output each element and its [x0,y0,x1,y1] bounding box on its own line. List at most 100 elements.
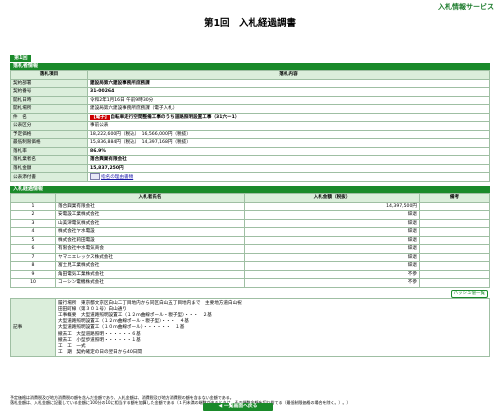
bid-row: 6 有限会社中水電気商会 辞退 [10,244,490,254]
info-label: 落札業者名 [10,155,88,165]
bid-row: 10 コーシン電機株式会社 不参 [10,278,490,288]
info-col-content: 落札内容 [87,70,490,80]
electronic-tag: 【電子】 [90,114,111,120]
bid-no: 5 [10,235,56,245]
back-to-list-button[interactable]: ◀ 一覧画面へ戻る [203,403,273,411]
info-value: 事前公表 [87,121,490,131]
bid-section: 入札経過情報 入札者氏名 入札金額（税抜） 備考 1 落合興業有限会社 14,397… [10,186,490,358]
page-title: 第1回 入札経過調書 [203,18,297,29]
bid-note [419,227,490,237]
info-value[interactable]: 指名の理由書類 [87,172,490,182]
memo-line: 工 期 契約確定の日の翌日から40日間 [58,350,142,356]
bid-note [419,252,490,262]
info-row: 開札場所 建設局第六建設事務所庶務課（電子入札） [10,104,490,114]
bid-no: 10 [10,278,56,288]
info-row: 落札金額 15,837,250円 [10,163,490,173]
bid-amount: 辞退 [244,210,420,220]
bid-note [419,210,490,220]
top-bar: 入札情報サービス [0,0,500,12]
bidder-name: 株式会社莉田電設 [55,235,245,245]
bid-amount: 辞退 [244,261,420,271]
bid-note [419,235,490,245]
bidder-name: ヤマニエレックス株式会社 [55,252,245,262]
bidder-name: 安電設工業株式会社 [55,210,245,220]
bid-row: 8 富士見工業株式会社 辞退 [10,261,490,271]
bid-row: 5 株式会社莉田電設 辞退 [10,235,490,245]
document-icon [90,173,100,180]
bidder-name: 落合興業有限会社 [55,201,245,211]
bidder-name: 山美津電気株式会社 [55,218,245,228]
bid-amount: 不参 [244,269,420,279]
bid-note [419,218,490,228]
info-row: 開札日時 令和2年1月16日 午前9時30分 [10,95,490,105]
bid-col-note: 備考 [419,193,490,203]
project-name: 自転車走行空間整備工事のうち道路照明設置工事（31六ー1） [110,114,240,120]
bid-col-no [10,193,56,203]
info-section: 第1回 落札者情報 落札項目 落札内容 契約部署 建設局第六建設事務所庶務課 契約番… [10,44,490,182]
back-button-label: 一覧画面へ戻る [223,404,258,409]
info-row: 予定価格 18,222,600円（税込） 16,566,000円（税抜） [10,129,490,139]
info-row: 契約番号 31-00264 [10,87,490,97]
info-label: 開札場所 [10,104,88,114]
info-row: 落札業者名 落合興業有限会社 [10,155,490,165]
bidder-name: コーシン電機株式会社 [55,278,245,288]
info-row: 公表添付書 指名の理由書類 [10,172,490,182]
bid-note [419,278,490,288]
info-col-item: 落札項目 [10,70,88,80]
info-value: 【電子】自転車走行空間整備工事のうち道路照明設置工事（31六ー1） [87,112,490,122]
bid-no: 6 [10,244,56,254]
bid-no: 4 [10,227,56,237]
info-value: 建設局第六建設事務所庶務課（電子入札） [87,104,490,114]
info-value: 令和2年1月16日 午前9時30分 [87,95,490,105]
bid-section-header: 入札経過情報 [10,186,490,193]
bid-col-amount: 入札金額（税抜） [244,193,420,203]
bid-table: 入札者氏名 入札金額（税抜） 備考 1 落合興業有限会社 14,397,500円 2 安… [10,193,490,288]
info-label: 予定価格 [10,129,88,139]
info-label: 落札金額 [10,163,88,173]
bid-no: 9 [10,269,56,279]
bid-amount: 辞退 [244,227,420,237]
info-value: 15,836,884円（税込） 14,397,168円（税抜） [87,138,490,148]
bid-row: 2 安電設工業株式会社 辞退 [10,210,490,220]
info-row: 契約部署 建設局第六建設事務所庶務課 [10,78,490,88]
info-label: 公表添付書 [10,172,88,182]
bidder-name: 富士見工業株式会社 [55,261,245,271]
memo-table: 記事 履行場所 東京都文京区白山二丁目地内から同区白山五丁目地内まで 主要地方道… [10,297,490,358]
bidder-name: 有限会社中水電気商会 [55,244,245,254]
info-section-header: 落札者情報 [10,63,490,70]
memo-label: 記事 [10,297,56,358]
info-row: 件 名【電子】自転車走行空間整備工事のうち道路照明設置工事（31六ー1） [10,112,490,122]
bid-no: 7 [10,252,56,262]
bid-amount: 不参 [244,278,420,288]
info-row: 公表区分 事前公表 [10,121,490,131]
info-value: 15,837,250円 [87,163,490,173]
bid-amount: 辞退 [244,244,420,254]
info-label: 落札率 [10,146,88,156]
bid-row: 3 山美津電気株式会社 辞退 [10,218,490,228]
attachment-link[interactable]: 指名の理由書類 [101,175,133,180]
bid-row: 1 落合興業有限会社 14,397,500円 [10,201,490,211]
memo-content: 履行場所 東京都文京区白山二丁目地内から同区白山五丁目地内まで 主要地方道白山祝… [55,297,490,358]
bid-col-name: 入札者氏名 [55,193,245,203]
bid-note [419,201,490,211]
bidder-name: 株式会社ヤ水電設 [55,227,245,237]
bid-row: 4 株式会社ヤ水電設 辞退 [10,227,490,237]
bid-amount: 辞退 [244,218,420,228]
bid-no: 3 [10,218,56,228]
bid-no: 1 [10,201,56,211]
bid-note [419,261,490,271]
bid-note [419,269,490,279]
bid-no: 8 [10,261,56,271]
bid-row: 9 角田電気工業株式会社 不参 [10,269,490,279]
hash-list-button[interactable]: ハッシュ値一覧 [450,289,488,298]
info-row: 落札率 86.9% [10,146,490,156]
info-value: 落合興業有限会社 [87,155,490,165]
round-tab[interactable]: 第1回 [10,55,32,62]
bid-amount: 辞退 [244,252,420,262]
info-label: 契約部署 [10,78,88,88]
service-title: 入札情報サービス [438,3,494,11]
bid-amount: 辞退 [244,235,420,245]
info-value: 18,222,600円（税込） 16,566,000円（税抜） [87,129,490,139]
bid-amount: 14,397,500円 [244,201,420,211]
bid-no: 2 [10,210,56,220]
